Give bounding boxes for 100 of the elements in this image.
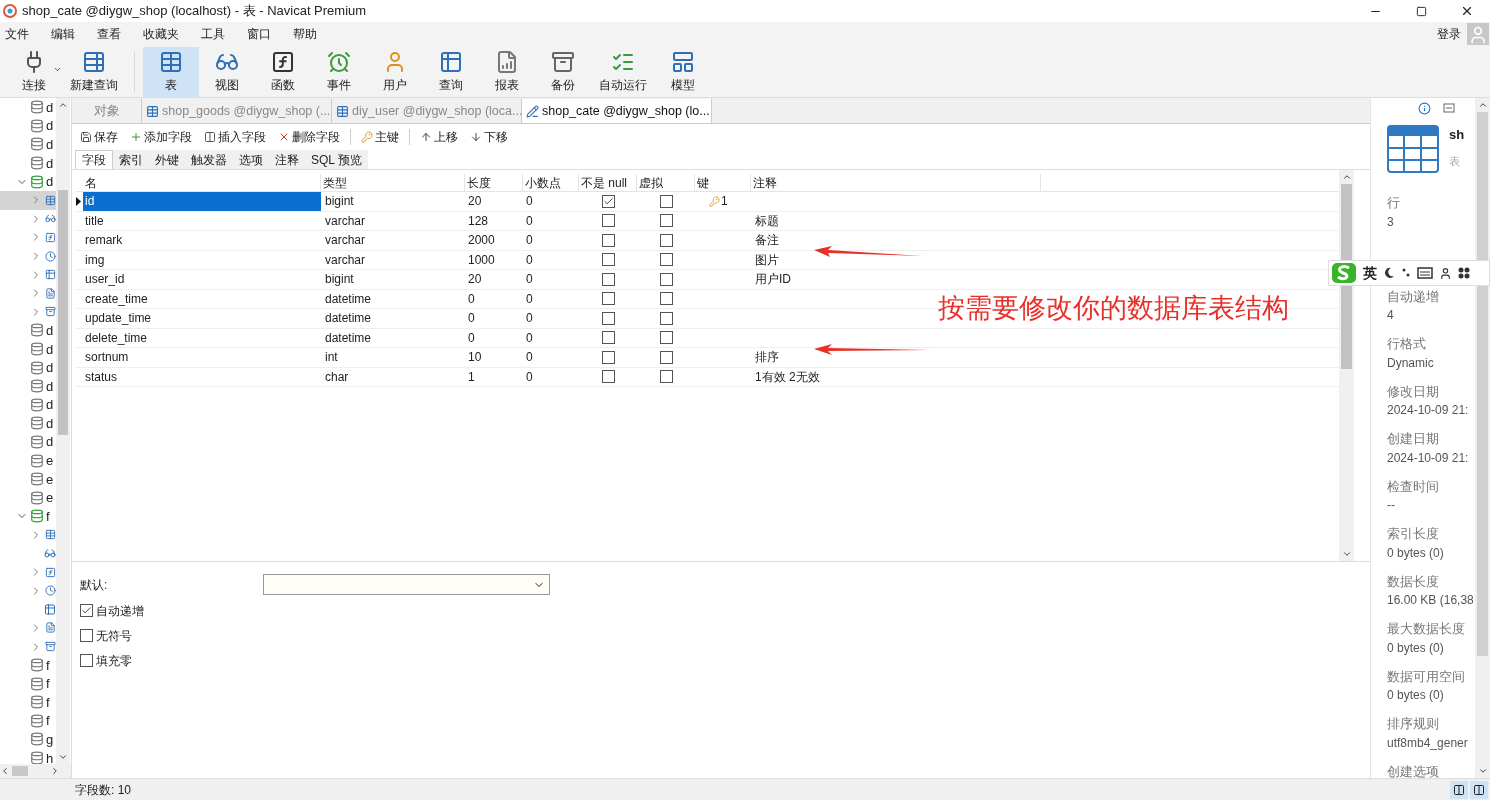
not-null-checkbox[interactable] [601, 292, 615, 306]
virtual-checkbox[interactable] [659, 253, 673, 267]
checkbox-label[interactable]: 填充零 [96, 651, 132, 670]
table-cell[interactable]: 0 [523, 231, 579, 250]
up-icon[interactable] [420, 130, 432, 143]
toolbar-button[interactable]: 自动运行 [591, 46, 655, 97]
scroll-left-icon[interactable] [0, 766, 10, 776]
toolbar-button[interactable]: 新建查询 [62, 46, 126, 97]
database-name[interactable]: g [46, 733, 54, 746]
virtual-checkbox[interactable] [659, 272, 673, 286]
table-cell[interactable]: id [83, 192, 321, 211]
table-icon[interactable] [336, 104, 349, 118]
query-icon[interactable] [439, 49, 463, 74]
database-name[interactable]: f [46, 509, 50, 523]
table-cell[interactable]: varchar [321, 211, 465, 230]
keyboard-icon[interactable] [1417, 267, 1433, 279]
database-name[interactable]: f [46, 677, 50, 691]
column-header[interactable]: 名 [83, 174, 321, 191]
table-cell[interactable]: 0 [523, 289, 579, 308]
horizontal-scrollbar[interactable] [0, 764, 71, 778]
toolbar-button[interactable]: 报表 [479, 46, 535, 97]
table-cell[interactable]: update_time [83, 309, 321, 328]
model-icon[interactable] [671, 49, 695, 74]
column-header[interactable]: 不是 null [579, 174, 637, 191]
toolbar-button[interactable]: 表 [143, 46, 199, 97]
insert-icon[interactable] [204, 130, 216, 143]
scrollbar[interactable] [56, 98, 70, 764]
table-cell[interactable]: 0 [523, 270, 579, 289]
toolbar-button[interactable]: 事件 [311, 46, 367, 97]
table-cell[interactable]: 0 [523, 192, 579, 211]
virtual-checkbox[interactable] [659, 214, 673, 228]
editor-tab[interactable]: SQL 预览 [305, 150, 368, 169]
event-icon[interactable] [327, 49, 351, 74]
database-name[interactable]: d [46, 138, 54, 151]
virtual-checkbox[interactable] [659, 370, 673, 384]
database-name[interactable]: d [46, 361, 54, 375]
option-checkbox[interactable] [80, 604, 93, 617]
database-name[interactable]: f [46, 695, 50, 709]
menu-item[interactable]: 文件 [5, 25, 29, 43]
not-null-checkbox[interactable] [601, 350, 615, 364]
database-name[interactable]: d [46, 398, 54, 412]
table-cell[interactable]: int [321, 348, 465, 367]
option-checkbox[interactable] [80, 654, 93, 667]
report-icon[interactable] [495, 49, 519, 74]
backup-icon[interactable] [551, 49, 575, 74]
table-cell[interactable]: create_time [83, 289, 321, 308]
save-icon[interactable] [80, 130, 92, 143]
table-cell[interactable]: bigint [321, 192, 465, 211]
ime-toolbar[interactable]: 英 [1328, 260, 1490, 286]
column-header[interactable]: 注释 [751, 174, 1041, 191]
toolbar-action-button[interactable]: 添加字段 [128, 127, 194, 146]
table-cell[interactable]: 0 [523, 250, 579, 269]
punctuation-icon[interactable] [1401, 267, 1411, 279]
ddl-icon[interactable] [1442, 102, 1455, 114]
table-cell[interactable]: img [83, 250, 321, 269]
document-tab[interactable]: shop_cate @diygw_shop (lo... [522, 99, 712, 123]
backups-icon[interactable] [45, 640, 56, 653]
column-header[interactable]: 类型 [321, 174, 465, 191]
info-icon[interactable] [1417, 102, 1431, 115]
toolbar-action-button[interactable]: 主键 [359, 127, 401, 146]
functions-icon[interactable] [45, 230, 56, 244]
table-cell[interactable]: 20 [465, 192, 523, 211]
database-name[interactable]: h [46, 751, 54, 764]
menu-item[interactable]: 查看 [97, 25, 121, 43]
database-name[interactable]: d [46, 100, 54, 114]
column-header[interactable]: 键 [695, 174, 751, 191]
table-cell[interactable]: status [83, 367, 321, 386]
events-icon[interactable] [45, 249, 56, 263]
table-cell[interactable]: 0 [465, 309, 523, 328]
column-header[interactable]: 长度 [465, 174, 523, 191]
function-icon[interactable] [271, 49, 295, 74]
toolbar-button[interactable]: 备份 [535, 46, 591, 97]
queries-icon[interactable] [44, 602, 56, 616]
virtual-checkbox[interactable] [659, 311, 673, 325]
virtual-checkbox[interactable] [659, 233, 673, 247]
editor-tab[interactable]: 触发器 [185, 150, 233, 169]
table-cell[interactable]: 0 [523, 348, 579, 367]
toolbar-button[interactable]: 用户 [367, 46, 423, 97]
grid-icon[interactable] [1458, 267, 1470, 279]
toolbar-button[interactable]: 函数 [255, 46, 311, 97]
checkbox-label[interactable]: 自动递增 [96, 601, 144, 620]
table-cell[interactable]: 0 [465, 328, 523, 347]
scroll-down-icon[interactable] [1341, 549, 1352, 559]
virtual-checkbox[interactable] [659, 350, 673, 364]
tables-icon[interactable] [45, 193, 56, 207]
toolbar-action-button[interactable]: 删除字段 [276, 127, 342, 146]
backups-icon[interactable] [45, 305, 56, 319]
down-icon[interactable] [470, 130, 482, 143]
table-cell[interactable]: 标题 [751, 211, 1041, 230]
queries-icon[interactable] [45, 268, 56, 282]
toolbar-action-button[interactable]: 上移 [418, 127, 460, 146]
scrollbar[interactable] [1339, 170, 1354, 561]
virtual-checkbox[interactable] [659, 331, 673, 345]
table-cell[interactable]: varchar [321, 250, 465, 269]
database-name[interactable]: f [46, 714, 50, 728]
table-cell[interactable]: 排序 [751, 348, 1041, 367]
scroll-down-icon[interactable] [58, 752, 68, 762]
table-cell[interactable]: 0 [523, 328, 579, 347]
moon-icon[interactable] [1383, 267, 1395, 279]
column-header[interactable]: 虚拟 [637, 174, 695, 191]
